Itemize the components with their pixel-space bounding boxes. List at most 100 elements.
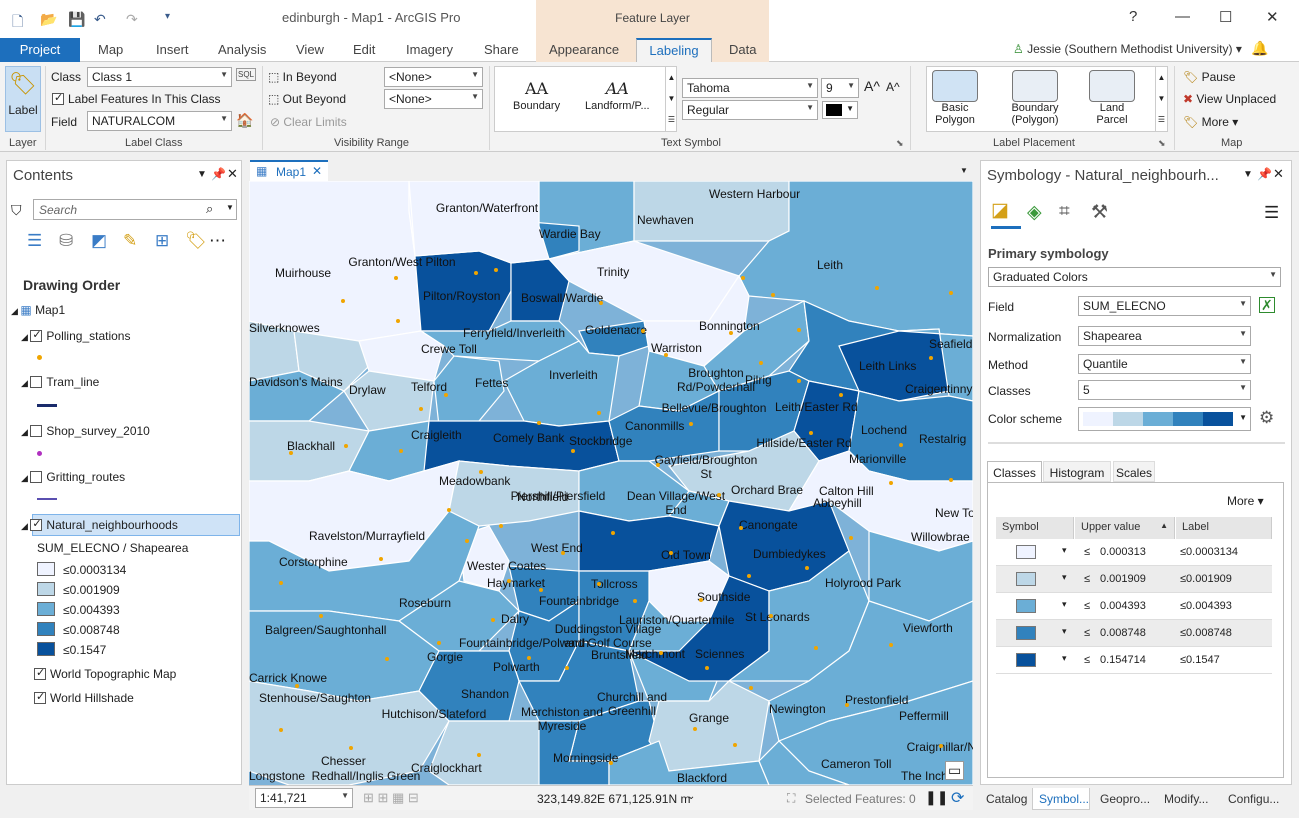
upper-value-cell[interactable]: 0.154714 <box>1100 654 1146 666</box>
tab-insert[interactable]: Insert <box>156 42 189 57</box>
polling-station-point[interactable] <box>664 353 668 357</box>
polling-station-point[interactable] <box>814 646 818 650</box>
polling-station-point[interactable] <box>741 276 745 280</box>
legend-swatch[interactable] <box>37 602 55 616</box>
placement-land-parcel[interactable]: Land Parcel <box>1087 70 1137 126</box>
polling-station-point[interactable] <box>561 551 565 555</box>
polling-station-point[interactable] <box>349 746 353 750</box>
polling-station-point[interactable] <box>609 761 613 765</box>
undo-icon[interactable]: ↶ <box>94 11 106 28</box>
layer-world-topographic[interactable]: World Topographic Map <box>34 666 176 681</box>
polling-station-point[interactable] <box>491 618 495 622</box>
polling-station-point[interactable] <box>889 643 893 647</box>
point-symbol[interactable] <box>37 451 42 456</box>
polling-station-point[interactable] <box>641 329 645 333</box>
label-cell[interactable]: ≤0.004393 <box>1180 600 1232 612</box>
polling-station-point[interactable] <box>889 481 893 485</box>
placement-basic-polygon[interactable]: Basic Polygon <box>931 70 979 126</box>
tab-imagery[interactable]: Imagery <box>406 42 453 57</box>
tab-configure[interactable]: Configu... <box>1228 792 1279 806</box>
collapse-icon[interactable]: ◢ <box>21 378 30 388</box>
polling-station-point[interactable] <box>771 293 775 297</box>
pin-icon[interactable]: 📌 <box>1257 167 1272 181</box>
tab-close-icon[interactable]: ✕ <box>312 164 322 178</box>
more-menu[interactable]: More ▾ <box>1227 494 1264 508</box>
polling-station-point[interactable] <box>899 443 903 447</box>
label-cell[interactable]: ≤0.008748 <box>1180 627 1232 639</box>
tab-list-icon[interactable]: ▼ <box>960 166 968 175</box>
pane-menu-icon[interactable]: ▼ <box>1243 169 1253 180</box>
polling-station-point[interactable] <box>537 421 541 425</box>
polling-station-point[interactable] <box>729 331 733 335</box>
collapse-icon[interactable]: ◢ <box>21 332 30 342</box>
class-row[interactable]: ▾ ≤0.000313 ≤0.0003134 <box>996 539 1272 566</box>
gallery-scroll[interactable]: ▲ ▼ ☰ <box>665 67 677 131</box>
polling-station-point[interactable] <box>949 478 953 482</box>
legend-swatch[interactable] <box>37 562 55 576</box>
symbol-dropdown-icon[interactable]: ▾ <box>1062 653 1067 664</box>
polling-station-point[interactable] <box>809 431 813 435</box>
polling-station-point[interactable] <box>385 657 389 661</box>
polling-station-point[interactable] <box>527 656 531 660</box>
polling-station-point[interactable] <box>699 598 703 602</box>
polling-station-point[interactable] <box>929 356 933 360</box>
polling-station-point[interactable] <box>444 393 448 397</box>
font-style-select[interactable]: Regular ▼ <box>682 100 818 120</box>
coordinate-format-icon[interactable]: ⌄ <box>687 791 695 802</box>
list-by-selection-icon[interactable]: ◩ <box>91 231 107 251</box>
close-button[interactable]: ✕ <box>1266 8 1279 26</box>
expression-builder-icon[interactable]: ✗ <box>1259 297 1275 313</box>
polling-station-point[interactable] <box>669 551 673 555</box>
polling-station-point[interactable] <box>399 449 403 453</box>
tab-project[interactable]: Project <box>0 38 80 62</box>
polling-station-point[interactable] <box>733 743 737 747</box>
point-symbol[interactable] <box>37 355 42 360</box>
upper-value-cell[interactable]: 0.004393 <box>1100 600 1146 612</box>
symbol-dropdown-icon[interactable]: ▾ <box>1062 572 1067 583</box>
polling-station-point[interactable] <box>565 666 569 670</box>
classes-select[interactable]: 5 ▼ <box>1078 380 1251 400</box>
line-symbol[interactable] <box>37 498 57 500</box>
class-row[interactable]: ▾ ≤0.004393 ≤0.004393 <box>996 593 1272 620</box>
polling-station-point[interactable] <box>939 744 943 748</box>
view-unplaced-button[interactable]: ✖ View Unplaced <box>1183 92 1276 106</box>
polling-station-point[interactable] <box>875 286 879 290</box>
splitter[interactable] <box>988 442 1285 444</box>
collapse-icon[interactable]: ◢ <box>21 427 30 437</box>
polling-station-point[interactable] <box>419 407 423 411</box>
class-row[interactable]: ▾ ≤0.154714 ≤0.1547 <box>996 647 1272 674</box>
placement-scroll[interactable]: ▲ ▼ ☰ <box>1155 67 1167 131</box>
collapse-icon[interactable]: ◢ <box>11 306 20 316</box>
layer-visibility-checkbox[interactable] <box>34 666 46 680</box>
polling-station-point[interactable] <box>474 271 478 275</box>
collapse-icon[interactable]: ◢ <box>21 473 30 483</box>
label-cell[interactable]: ≤0.0003134 <box>1180 546 1238 558</box>
search-icon[interactable]: ⌕ <box>206 201 213 217</box>
symbol-dropdown-icon[interactable]: ▾ <box>1062 626 1067 637</box>
symbol-dropdown-icon[interactable]: ▾ <box>1062 545 1067 556</box>
polling-station-point[interactable] <box>539 588 543 592</box>
tab-catalog[interactable]: Catalog <box>986 792 1027 806</box>
polling-station-point[interactable] <box>805 566 809 570</box>
layer-tram-line[interactable]: ◢ Tram_line <box>21 375 99 389</box>
vary-symbology-icon[interactable]: ◈ <box>1027 201 1042 224</box>
polling-station-point[interactable] <box>394 276 398 280</box>
polling-station-point[interactable] <box>845 703 849 707</box>
class-symbol-swatch[interactable] <box>1016 545 1036 559</box>
contents-search-input[interactable]: Search ⌕ ▼ <box>33 199 237 220</box>
map-overview-icon[interactable]: ▭ <box>945 761 965 780</box>
list-by-snapping-icon[interactable]: ⊞ <box>155 231 169 251</box>
pause-drawing-icon[interactable]: ❚❚ <box>925 789 948 806</box>
column-upper-value[interactable]: Upper value ▲ <box>1075 517 1175 539</box>
font-size-select[interactable]: 9 ▼ <box>821 78 859 98</box>
layer-visibility-checkbox[interactable] <box>30 328 43 342</box>
customize-toolbar-icon[interactable]: ▾ <box>165 11 170 22</box>
map-view[interactable]: Granton/Waterfront Western Harbour Newhave… <box>249 181 973 785</box>
symbol-dropdown-icon[interactable]: ▾ <box>1062 599 1067 610</box>
max-scale-select[interactable]: <None> ▼ <box>384 89 483 109</box>
redo-icon[interactable]: ↷ <box>126 11 138 28</box>
polling-station-point[interactable] <box>494 268 498 272</box>
layer-gritting-routes[interactable]: ◢ Gritting_routes <box>21 470 125 484</box>
layer-world-hillshade[interactable]: World Hillshade <box>34 690 134 705</box>
layer-visibility-checkbox[interactable] <box>34 690 46 704</box>
